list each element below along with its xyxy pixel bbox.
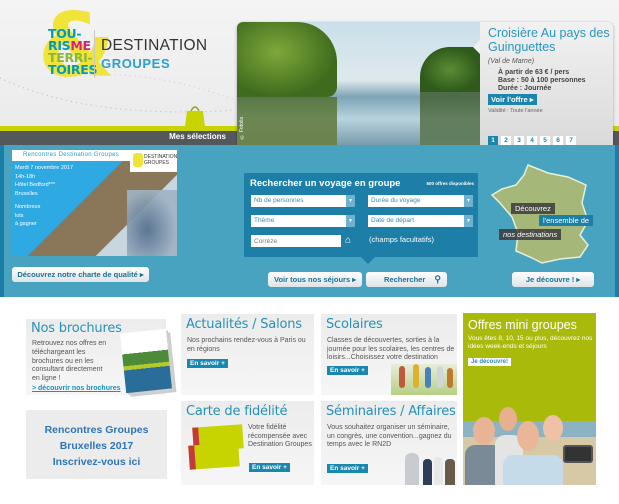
seminars-text: Vous souhaitez organiser un séminaire, u…	[327, 424, 452, 448]
schools-more-button[interactable]: En savoir +	[327, 366, 368, 375]
seminars-title: Séminaires / Affaires	[326, 404, 456, 419]
offer-title[interactable]: Croisière Au pays des Guinguettes	[488, 26, 613, 54]
chevron-down-icon: ▼	[464, 195, 473, 207]
brochures-text: Retrouvez nos offres en téléchargeant le…	[32, 340, 107, 383]
mini-groups-title: Offres mini groupes	[468, 318, 577, 332]
search-title: Rechercher un voyage en groupe	[250, 178, 401, 189]
my-selections-link[interactable]: Mes sélections	[169, 132, 226, 141]
region-input[interactable]	[251, 235, 341, 247]
offer-validity: Validité : Toute l'année	[488, 108, 543, 114]
schools-text: Classes de découvertes, sorties à la jou…	[327, 337, 455, 361]
map-label-discover: Découvrez	[511, 203, 555, 214]
featured-offer-slideshow[interactable]: © Fotolia Croisière Au pays des Guinguet…	[237, 22, 613, 151]
departure-date-select[interactable]: Date de départ ▼	[368, 215, 473, 227]
chevron-down-icon: ▼	[346, 215, 355, 227]
offer-count: 500 offres disponibles	[426, 181, 474, 186]
news-more-button[interactable]: En savoir +	[187, 359, 228, 368]
brand-title: DESTINATION	[101, 37, 208, 54]
promo-logo: DESTINATION GROUPES	[130, 150, 177, 172]
seminars-more-button[interactable]: En savoir +	[327, 464, 368, 473]
river-photo[interactable]: © Fotolia	[237, 22, 480, 151]
search-button[interactable]: Rechercher ⚲	[366, 272, 447, 287]
search-panel: Rechercher un voyage en groupe 500 offre…	[244, 173, 478, 264]
news-card[interactable]: Actualités / Salons Nos prochains rendez…	[181, 314, 314, 395]
promo-details: Mardi 7 novembre 2017 14h-18h Hôtel Bedf…	[15, 165, 74, 227]
business-people-photo	[401, 451, 457, 485]
france-map-icon[interactable]: ⌂	[345, 234, 355, 247]
loyalty-title: Carte de fidélité	[186, 404, 288, 419]
loyalty-text: Votre fidélité récompensée avec Destinat…	[248, 424, 312, 448]
people-select[interactable]: Nb de personnes ▼	[251, 195, 355, 207]
brochures-title: Nos brochures	[31, 321, 122, 336]
mini-groups-discover-button[interactable]: Je découvre!	[468, 358, 512, 366]
mini-groups-card[interactable]: Offres mini groupes Vous êtes 8, 10, 15 …	[463, 313, 596, 485]
chevron-down-icon: ▼	[346, 195, 355, 207]
children-photo	[391, 364, 457, 395]
view-all-trips-button[interactable]: Voir tous nos séjours ▸	[268, 272, 362, 287]
news-title: Actualités / Salons	[186, 317, 302, 332]
brochure-cover-image	[119, 328, 173, 394]
duration-select[interactable]: Durée du voyage ▼	[368, 195, 473, 207]
offer-info-panel: Croisière Au pays des Guinguettes (Val d…	[473, 22, 613, 151]
brand-subtitle: GROUPES	[101, 56, 171, 71]
discover-map-button[interactable]: Je découvre ! ▸	[512, 272, 594, 287]
view-offer-button[interactable]: Voir l'offre ▸	[488, 94, 537, 105]
search-icon: ⚲	[434, 274, 441, 284]
schools-title: Scolaires	[326, 317, 383, 332]
discover-brochures-link[interactable]: > découvrir nos brochures	[32, 385, 121, 392]
rencontres-bruxelles-banner[interactable]: Rencontres Groupes Bruxelles 2017 Inscri…	[26, 410, 167, 479]
news-text: Nos prochains rendez-vous à Paris ou en …	[187, 337, 306, 353]
brochures-card[interactable]: Nos brochures Retrouvez nos offres en té…	[26, 319, 173, 395]
family-selfie-photo	[463, 405, 596, 485]
loyalty-card-image	[188, 424, 244, 471]
chevron-down-icon: ▼	[464, 215, 473, 227]
photo-credit: © Fotolia	[239, 117, 245, 140]
offer-region: (Val de Marne)	[488, 58, 535, 65]
rencontres-promo-banner[interactable]: Rencontres Destination Groupes DESTINATI…	[12, 150, 177, 256]
shopping-bag-icon[interactable]	[183, 103, 207, 127]
seminars-card[interactable]: Séminaires / Affaires Vous souhaitez org…	[321, 401, 457, 485]
offer-details: À partir de 63 € / pers Base : 50 à 100 …	[498, 69, 586, 92]
map-label-destinations: nos destinations	[499, 229, 562, 240]
loyalty-card[interactable]: Carte de fidélité Votre fidélité récompe…	[181, 401, 314, 485]
schools-card[interactable]: Scolaires Classes de découvertes, sortie…	[321, 314, 457, 395]
mini-groups-text: Vous êtes 8, 10, 15 ou plus, découvrez n…	[468, 335, 593, 350]
promo-heading: Rencontres Destination Groupes	[12, 150, 130, 161]
loyalty-more-button[interactable]: En savoir +	[249, 463, 290, 472]
quality-charter-button[interactable]: Découvrez notre charte de qualité ▸	[12, 267, 149, 282]
smartphone-icon	[563, 445, 593, 463]
theme-select[interactable]: Thème ▼	[251, 215, 355, 227]
optional-fields-note: (champs facultatifs)	[369, 235, 435, 244]
map-label-all: l'ensemble de	[539, 215, 594, 226]
